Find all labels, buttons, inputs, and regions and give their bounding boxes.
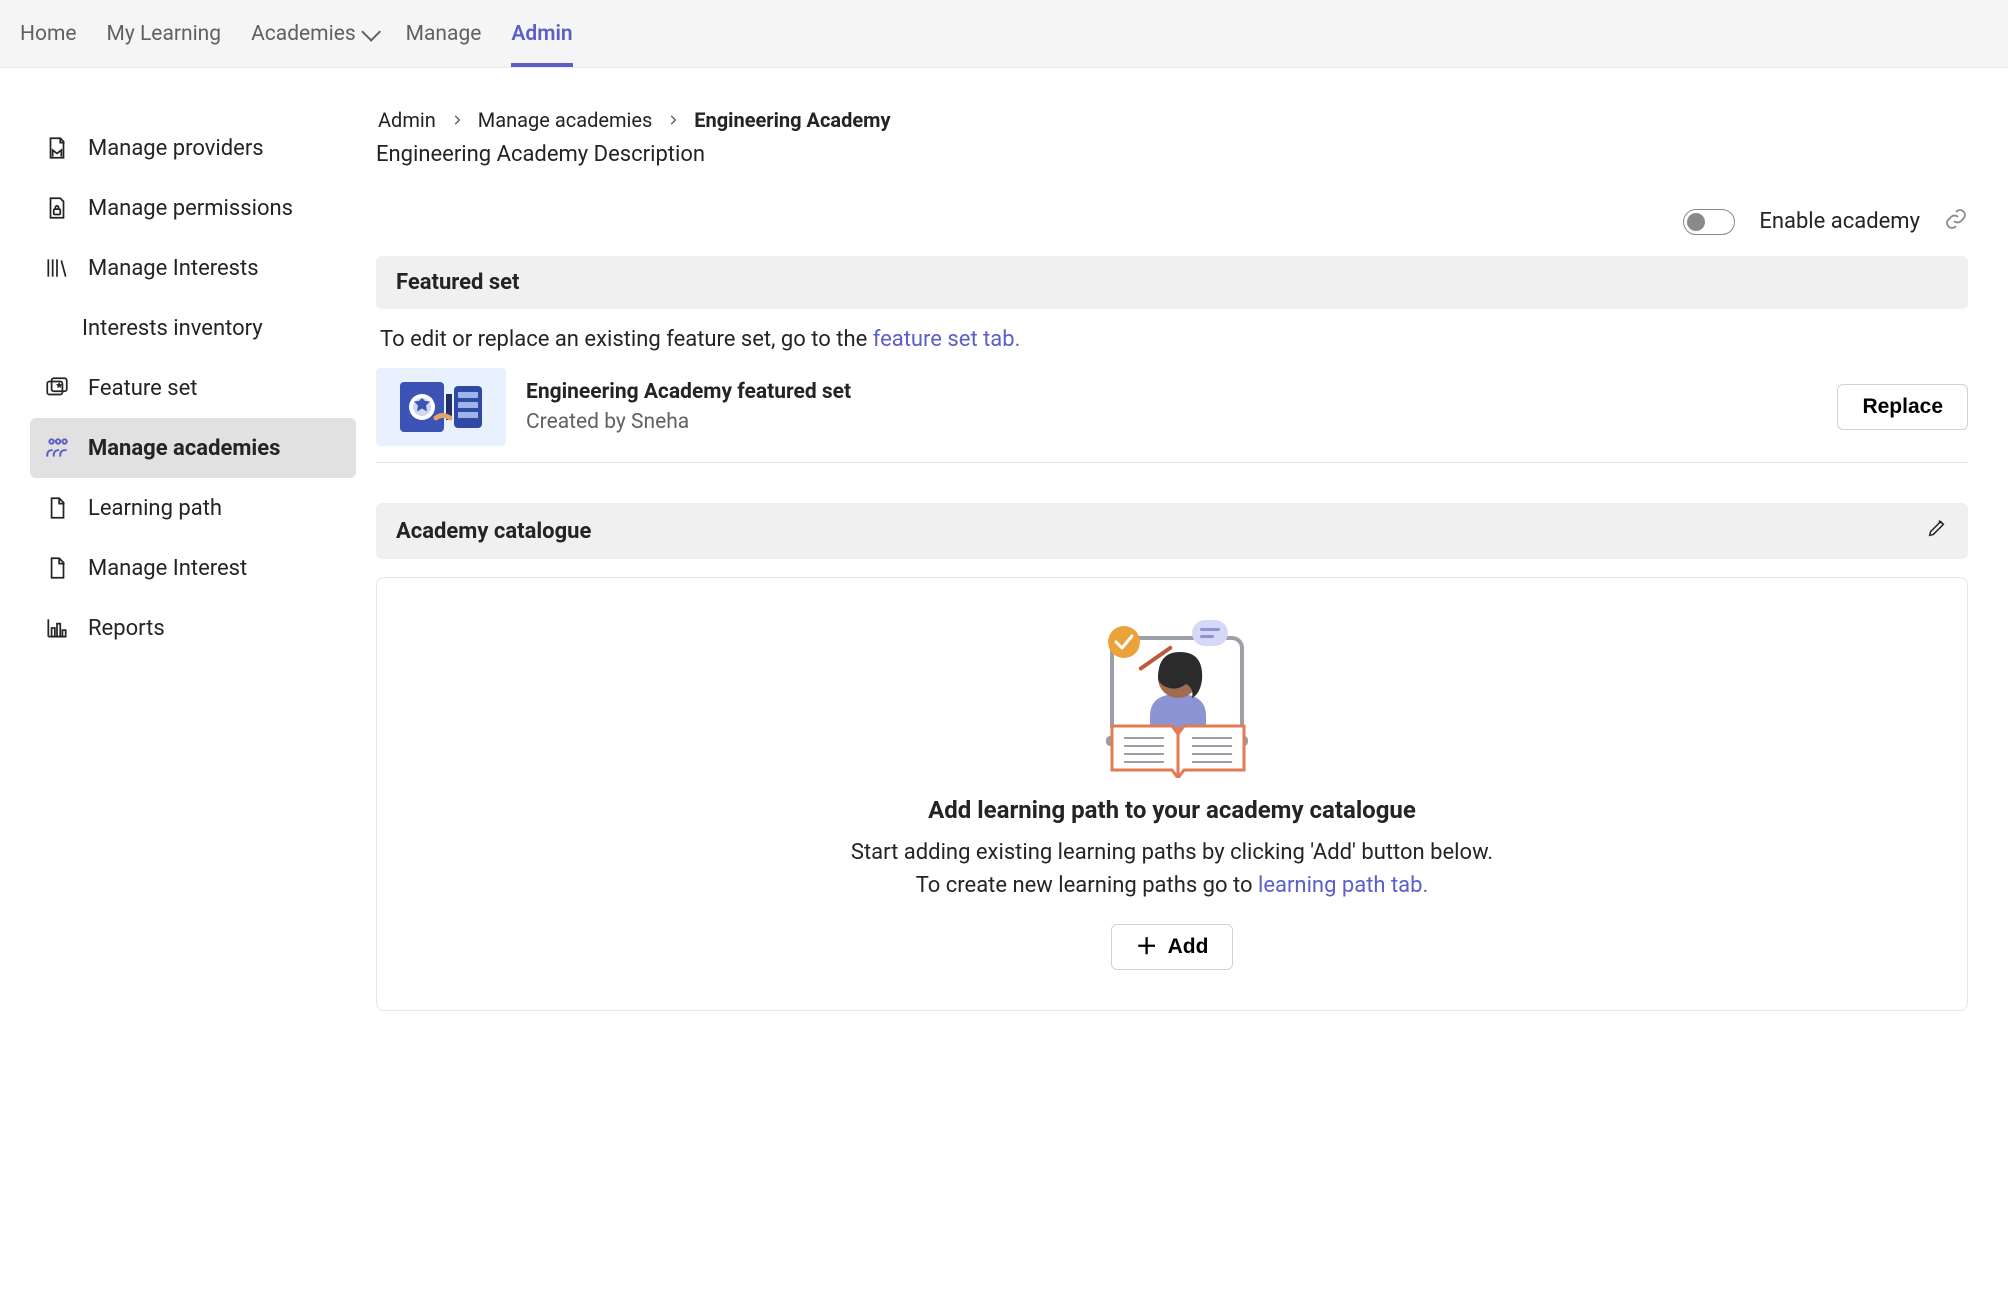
sidebar-item-learning-path[interactable]: Learning path bbox=[30, 478, 356, 538]
teacher-illustration-icon bbox=[1072, 608, 1272, 778]
topnav-label: My Learning bbox=[107, 22, 222, 46]
button-label: Replace bbox=[1862, 395, 1943, 419]
admin-sidebar: Manage providers Manage permissions Mana… bbox=[0, 68, 376, 1011]
breadcrumb-manage-academies[interactable]: Manage academies bbox=[478, 108, 653, 132]
sidebar-item-manage-interests[interactable]: Manage Interests bbox=[30, 238, 356, 298]
topnav-home[interactable]: Home bbox=[20, 0, 77, 67]
featured-set-info: Engineering Academy featured set Created… bbox=[526, 380, 851, 434]
sidebar-item-manage-interest-2[interactable]: Manage Interest bbox=[30, 538, 356, 598]
sidebar-item-label: Manage Interests bbox=[88, 256, 259, 281]
sidebar-item-manage-providers[interactable]: Manage providers bbox=[30, 118, 356, 178]
section-title: Featured set bbox=[396, 270, 519, 295]
topnav-my-learning[interactable]: My Learning bbox=[107, 0, 222, 67]
learning-path-tab-link[interactable]: learning path tab. bbox=[1258, 873, 1428, 898]
provider-icon bbox=[44, 135, 70, 161]
feature-set-tab-link[interactable]: feature set tab. bbox=[873, 327, 1021, 352]
sidebar-item-label: Manage providers bbox=[88, 136, 264, 161]
books-icon bbox=[44, 255, 70, 281]
topnav-manage[interactable]: Manage bbox=[406, 0, 482, 67]
section-title: Academy catalogue bbox=[396, 519, 591, 544]
topnav-admin[interactable]: Admin bbox=[511, 0, 572, 67]
sidebar-item-label: Manage permissions bbox=[88, 196, 293, 221]
people-icon bbox=[44, 435, 70, 461]
featured-set-section: Featured set To edit or replace an exist… bbox=[376, 256, 1968, 463]
topnav-label: Academies bbox=[251, 22, 356, 46]
document-icon bbox=[44, 555, 70, 581]
plus-icon: ＋ bbox=[1136, 936, 1158, 958]
enable-academy-row: Enable academy bbox=[376, 167, 2008, 256]
top-nav: Home My Learning Academies Manage Admin bbox=[0, 0, 2008, 68]
featured-set-row: Engineering Academy featured set Created… bbox=[376, 368, 1968, 463]
topnav-label: Manage bbox=[406, 22, 482, 46]
add-button[interactable]: ＋ Add bbox=[1111, 924, 1234, 970]
catalogue-line2-prefix: To create new learning paths go to bbox=[916, 873, 1258, 898]
sidebar-item-label: Feature set bbox=[88, 376, 197, 401]
star-card-icon bbox=[44, 375, 70, 401]
chart-icon bbox=[44, 615, 70, 641]
main-content: Admin Manage academies Engineering Acade… bbox=[376, 68, 2008, 1011]
topnav-label: Home bbox=[20, 22, 77, 46]
topnav-label: Admin bbox=[511, 22, 572, 46]
button-label: Add bbox=[1168, 935, 1209, 959]
chevron-down-icon bbox=[361, 21, 381, 41]
catalogue-empty-text: Start adding existing learning paths by … bbox=[851, 836, 1493, 902]
page-subtitle: Engineering Academy Description bbox=[376, 142, 2008, 167]
pencil-icon[interactable] bbox=[1926, 517, 1948, 545]
enable-academy-toggle[interactable] bbox=[1683, 209, 1735, 235]
featured-set-creator: Created by Sneha bbox=[526, 410, 851, 434]
featured-set-title: Engineering Academy featured set bbox=[526, 380, 851, 404]
breadcrumb-admin[interactable]: Admin bbox=[378, 108, 436, 132]
sidebar-item-manage-academies[interactable]: Manage academies bbox=[30, 418, 356, 478]
sidebar-item-label: Learning path bbox=[88, 496, 222, 521]
featured-set-thumbnail bbox=[376, 368, 506, 446]
breadcrumb: Admin Manage academies Engineering Acade… bbox=[376, 108, 2008, 132]
catalogue-empty-title: Add learning path to your academy catalo… bbox=[928, 796, 1416, 824]
catalogue-line1: Start adding existing learning paths by … bbox=[851, 840, 1493, 865]
chevron-right-icon bbox=[450, 108, 464, 132]
document-icon bbox=[44, 495, 70, 521]
sidebar-item-label: Reports bbox=[88, 616, 165, 641]
sidebar-item-label: Interests inventory bbox=[82, 316, 263, 341]
replace-button[interactable]: Replace bbox=[1837, 384, 1968, 430]
sidebar-item-label: Manage academies bbox=[88, 436, 280, 461]
chevron-right-icon bbox=[666, 108, 680, 132]
featured-set-header: Featured set bbox=[376, 256, 1968, 309]
enable-academy-label: Enable academy bbox=[1759, 209, 1920, 234]
sidebar-item-reports[interactable]: Reports bbox=[30, 598, 356, 658]
catalogue-empty-state: Add learning path to your academy catalo… bbox=[376, 577, 1968, 1011]
topnav-academies[interactable]: Academies bbox=[251, 0, 376, 67]
featured-helper-text: To edit or replace an existing feature s… bbox=[376, 309, 1968, 368]
link-icon[interactable] bbox=[1944, 207, 1968, 236]
lock-file-icon bbox=[44, 195, 70, 221]
sidebar-item-manage-permissions[interactable]: Manage permissions bbox=[30, 178, 356, 238]
academy-catalogue-section: Academy catalogue bbox=[376, 503, 1968, 1011]
helper-prefix: To edit or replace an existing feature s… bbox=[380, 327, 873, 352]
sidebar-item-label: Manage Interest bbox=[88, 556, 247, 581]
sidebar-item-interests-inventory[interactable]: Interests inventory bbox=[30, 298, 356, 358]
breadcrumb-current: Engineering Academy bbox=[694, 108, 890, 132]
academy-catalogue-header: Academy catalogue bbox=[376, 503, 1968, 559]
sidebar-item-feature-set[interactable]: Feature set bbox=[30, 358, 356, 418]
